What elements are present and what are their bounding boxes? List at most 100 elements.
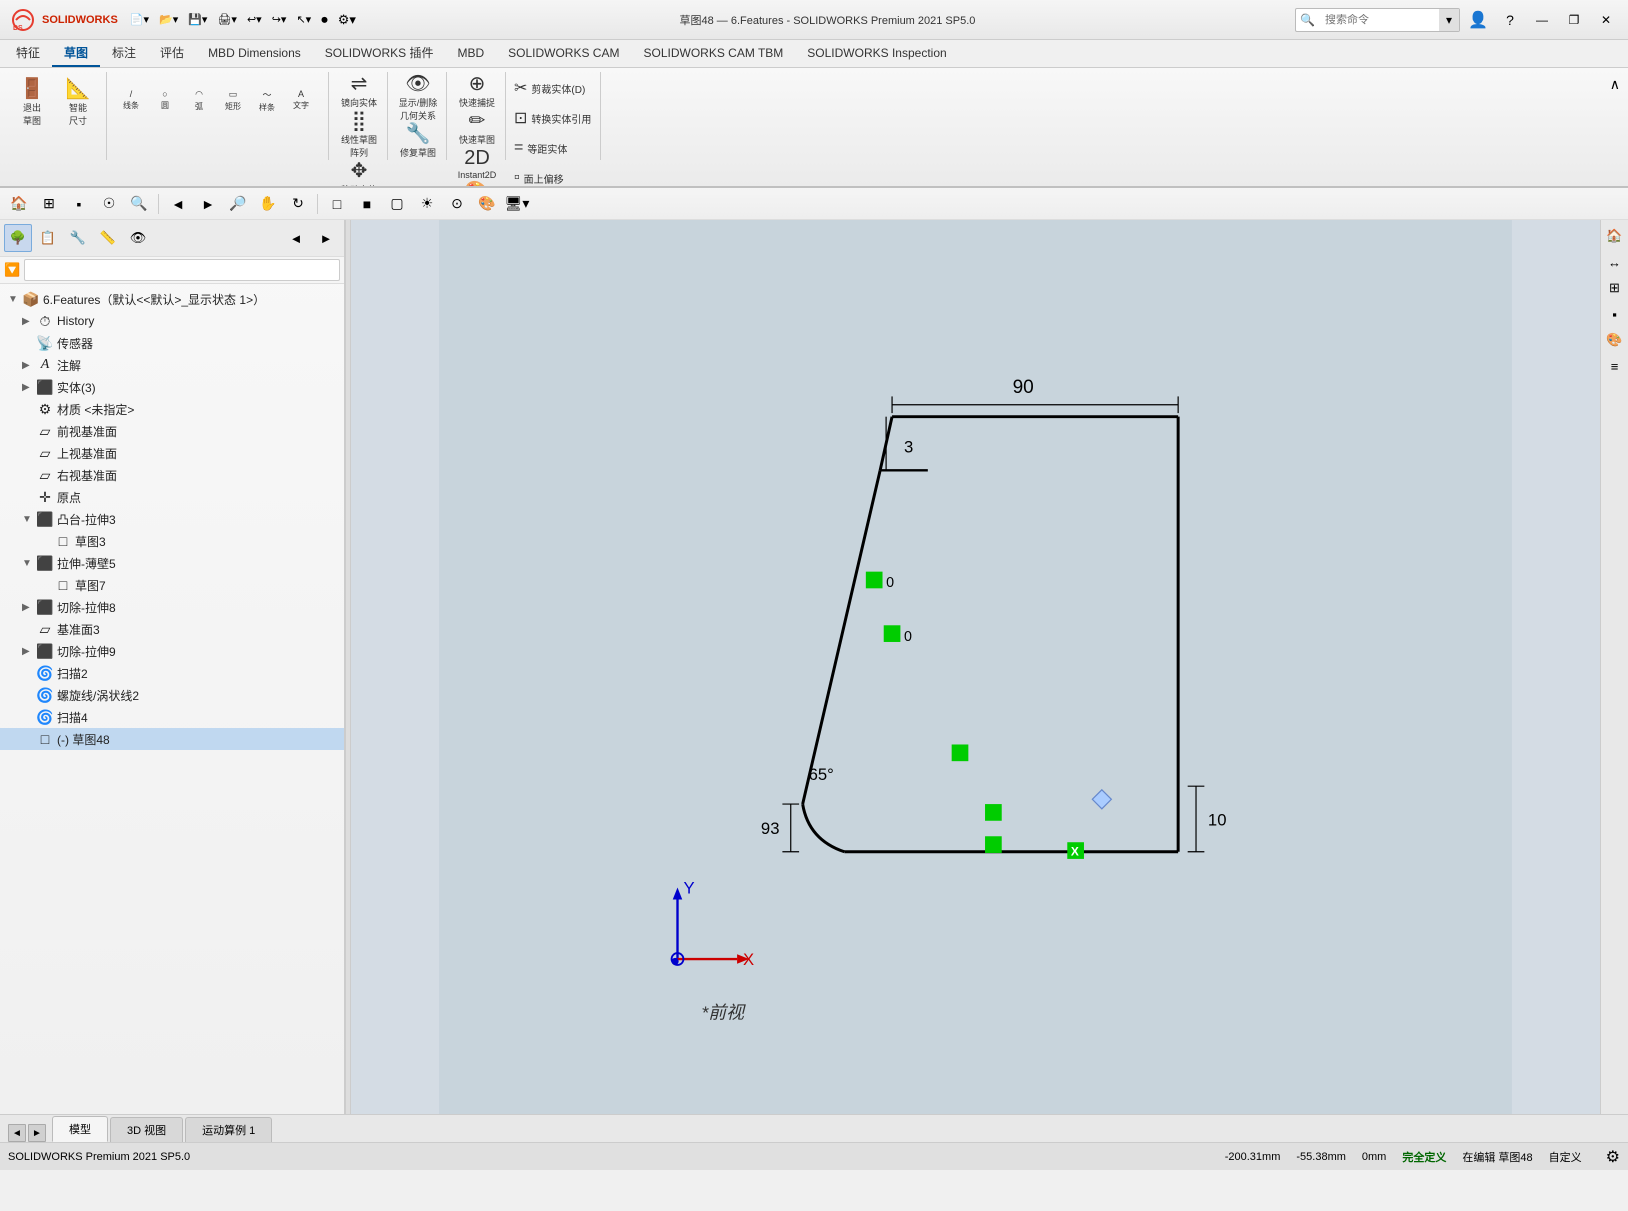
tab-feature[interactable]: 特征 xyxy=(4,40,52,67)
tree-item-sweep2[interactable]: ▶ 🌀 扫描2 xyxy=(0,662,344,684)
rp-home-btn[interactable]: 🏠 xyxy=(1603,224,1627,248)
tab-nav-right-btn[interactable]: ► xyxy=(28,1124,46,1142)
rp-display-btn[interactable]: ▪ xyxy=(1603,302,1627,326)
lighting-btn[interactable]: ☀ xyxy=(414,191,440,217)
face-btn[interactable]: ▫面上偏移 xyxy=(514,164,594,188)
rp-list-btn[interactable]: ≡ xyxy=(1603,354,1627,378)
minimize-btn[interactable]: — xyxy=(1528,9,1556,31)
user-account-btn[interactable]: 👤 xyxy=(1464,6,1492,34)
tree-item-top-plane[interactable]: ▶ ▱ 上视基准面 xyxy=(0,442,344,464)
spline-btn[interactable]: 〜样条 xyxy=(251,74,283,126)
tab-mbd-dimensions[interactable]: MBD Dimensions xyxy=(196,42,313,66)
tree-item-boss3[interactable]: ▼ ⬛ 凸台-拉伸3 xyxy=(0,508,344,530)
instant2d-btn[interactable]: 2D Instant2D xyxy=(455,148,499,180)
filter-input[interactable] xyxy=(24,259,340,281)
tab-annotation[interactable]: 标注 xyxy=(100,40,148,67)
next-panel-btn[interactable]: ► xyxy=(312,224,340,252)
print-btn[interactable]: 🖨▾ xyxy=(213,11,241,28)
tree-item-right-plane[interactable]: ▶ ▱ 右视基准面 xyxy=(0,464,344,486)
hidden-lines-btn[interactable]: □ xyxy=(324,191,350,217)
section-btn[interactable]: ⊙ xyxy=(444,191,470,217)
exit-sketch-btn[interactable]: 🚪 退出草图 xyxy=(10,74,54,132)
undo-btn[interactable]: ↩▾ xyxy=(243,11,266,28)
arc-btn[interactable]: ◠弧 xyxy=(183,74,215,126)
repair-sketch-btn[interactable]: 🔧 修复草图 xyxy=(396,124,440,159)
next-view-btn[interactable]: ► xyxy=(195,191,221,217)
zoom-fit-btn[interactable]: 🔍 xyxy=(126,191,152,217)
search-box[interactable]: 🔍 ▾ xyxy=(1295,8,1460,32)
wireframe-btn[interactable]: ▢ xyxy=(384,191,410,217)
zoom-btn[interactable]: 🔎 xyxy=(225,191,251,217)
search-dropdown-btn[interactable]: ▾ xyxy=(1439,8,1459,32)
mirror-btn[interactable]: ⇌ 镜向实体 xyxy=(337,74,381,109)
tab-sw-plugin[interactable]: SOLIDWORKS 插件 xyxy=(313,40,446,67)
move-entity-btn[interactable]: ✥ 移动实体 xyxy=(337,161,381,188)
feature-manager-btn[interactable]: 🌳 xyxy=(4,224,32,252)
tab-sw-inspection[interactable]: SOLIDWORKS Inspection xyxy=(795,42,958,66)
options-btn[interactable]: ⚙▾ xyxy=(334,10,360,30)
tab-sw-cam-tbm[interactable]: SOLIDWORKS CAM TBM xyxy=(631,42,795,66)
show-hide-btn[interactable]: 👁 显示/删除几何关系 xyxy=(396,74,440,122)
tree-item-plane3[interactable]: ▶ ▱ 基准面3 xyxy=(0,618,344,640)
config-manager-btn[interactable]: 🔧 xyxy=(64,224,92,252)
tab-sketch[interactable]: 草图 xyxy=(52,40,100,67)
rp-expand-btn[interactable]: ↔ xyxy=(1603,250,1627,274)
quick-sketch-btn[interactable]: ✏ 快速草图 xyxy=(455,111,499,146)
tree-root[interactable]: ▼ 📦 6.Features（默认<<默认>_显示状态 1>） xyxy=(0,288,344,310)
display-state-btn[interactable]: 🎨 xyxy=(474,191,500,217)
tree-item-history[interactable]: ▶ ⏱ History xyxy=(0,310,344,332)
tree-item-sketch7[interactable]: ▶ □ 草图7 xyxy=(0,574,344,596)
tree-item-origin[interactable]: ▶ ✛ 原点 xyxy=(0,486,344,508)
pan-btn[interactable]: ✋ xyxy=(255,191,281,217)
ribbon-collapse-btn[interactable]: ∧ xyxy=(1606,72,1624,97)
tree-item-sweep4[interactable]: ▶ 🌀 扫描4 xyxy=(0,706,344,728)
rotate-btn[interactable]: ↻ xyxy=(285,191,311,217)
search-input[interactable] xyxy=(1319,14,1439,26)
new-btn[interactable]: 📄▾ xyxy=(126,11,153,28)
record-btn[interactable]: ⏺ xyxy=(317,10,332,30)
tree-item-sketch3[interactable]: ▶ □ 草图3 xyxy=(0,530,344,552)
prev-view-btn[interactable]: ◄ xyxy=(165,191,191,217)
rp-section-btn[interactable]: ⊞ xyxy=(1603,276,1627,300)
pointer-btn[interactable]: ↖▾ xyxy=(292,11,315,28)
tree-item-material[interactable]: ▶ ⚙ 材质 <未指定> xyxy=(0,398,344,420)
bodies-expand[interactable]: ▶ xyxy=(22,382,36,393)
prev-panel-btn[interactable]: ◄ xyxy=(282,224,310,252)
root-expand[interactable]: ▼ xyxy=(8,294,22,305)
tab-motion1[interactable]: 运动算例 1 xyxy=(185,1117,272,1142)
cut8-expand[interactable]: ▶ xyxy=(22,602,36,613)
annotations-expand[interactable]: ▶ xyxy=(22,360,36,371)
tree-item-cut9[interactable]: ▶ ⬛ 切除-拉伸9 xyxy=(0,640,344,662)
tree-item-extrude5[interactable]: ▼ ⬛ 拉伸-薄壁5 xyxy=(0,552,344,574)
help-btn[interactable]: ? xyxy=(1496,6,1524,34)
section-view-btn[interactable]: ⊞ xyxy=(36,191,62,217)
hide-show-btn[interactable]: ☉ xyxy=(96,191,122,217)
tree-item-front-plane[interactable]: ▶ ▱ 前视基准面 xyxy=(0,420,344,442)
text-btn[interactable]: A文字 xyxy=(285,74,317,126)
tab-evaluate[interactable]: 评估 xyxy=(148,40,196,67)
tab-3d-view[interactable]: 3D 视图 xyxy=(110,1117,183,1142)
tree-item-annotations[interactable]: ▶ A 注解 xyxy=(0,354,344,376)
smart-dim-btn[interactable]: 📐 智能尺寸 xyxy=(56,74,100,132)
tab-nav-left-btn[interactable]: ◄ xyxy=(8,1124,26,1142)
shaded-btn[interactable]: ■ xyxy=(354,191,380,217)
rp-color-btn[interactable]: 🎨 xyxy=(1603,328,1627,352)
viewport[interactable]: 🔍 🔎 ⊡ ⊞ ▽ ⬚ ▪ 👁 ☀ 🎨 📷 🖥▾ xyxy=(351,220,1600,1114)
display-style-btn[interactable]: ▪ xyxy=(66,191,92,217)
display-manager-btn[interactable]: 👁 xyxy=(124,224,152,252)
tree-item-cut8[interactable]: ▶ ⬛ 切除-拉伸8 xyxy=(0,596,344,618)
open-btn[interactable]: 📂▾ xyxy=(155,11,182,28)
view-orient-btn[interactable]: 🏠 xyxy=(6,191,32,217)
property-manager-btn[interactable]: 📋 xyxy=(34,224,62,252)
tree-item-sensors[interactable]: ▶ 📡 传感器 xyxy=(0,332,344,354)
history-expand[interactable]: ▶ xyxy=(22,316,36,327)
tree-item-bodies[interactable]: ▶ ⬛ 实体(3) xyxy=(0,376,344,398)
boss3-expand[interactable]: ▼ xyxy=(22,514,36,525)
quick-capture-btn[interactable]: ⊕ 快速捕捉 xyxy=(455,74,499,109)
tree-item-helix2[interactable]: ▶ 🌀 螺旋线/涡状线2 xyxy=(0,684,344,706)
dim-expert-btn[interactable]: 📏 xyxy=(94,224,122,252)
view-settings-btn[interactable]: 🖥▾ xyxy=(504,191,530,217)
cut9-expand[interactable]: ▶ xyxy=(22,646,36,657)
equal-btn[interactable]: =等距实体 xyxy=(514,134,594,162)
redo-btn[interactable]: ↪▾ xyxy=(268,11,291,28)
